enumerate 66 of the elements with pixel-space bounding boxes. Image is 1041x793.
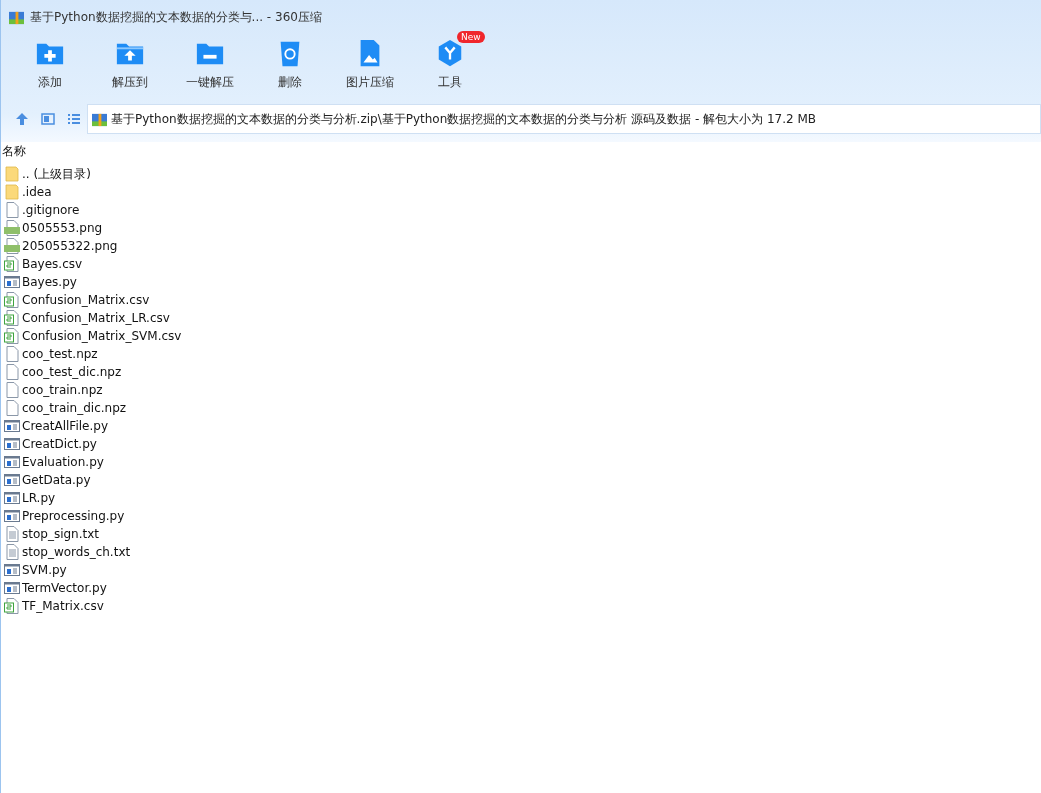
file-name[interactable]: 0505553.png	[22, 221, 103, 235]
file-name[interactable]: coo_test.npz	[22, 347, 98, 361]
file-name[interactable]: Confusion_Matrix.csv	[22, 293, 150, 307]
folder-icon	[4, 166, 20, 182]
window-file-icon	[4, 436, 20, 452]
file-icon	[4, 346, 20, 362]
file-name[interactable]: Evaluation.py	[22, 455, 104, 469]
thumbnail-view-icon[interactable]	[41, 112, 55, 126]
archive-icon	[9, 9, 24, 25]
spreadsheet-file-icon	[4, 598, 20, 614]
file-name[interactable]: .gitignore	[22, 203, 80, 217]
file-name[interactable]: Bayes.csv	[22, 257, 83, 271]
window-file-icon	[4, 580, 20, 596]
file-name[interactable]: CreatAllFile.py	[22, 419, 108, 433]
file-name[interactable]: SVM.py	[22, 563, 67, 577]
window-file-icon	[4, 454, 20, 470]
toolbar-button[interactable]: New 工具	[413, 34, 487, 98]
window-file-icon	[4, 418, 20, 434]
text-file-icon	[4, 526, 20, 542]
file-icon	[4, 202, 20, 218]
file-icon	[4, 364, 20, 380]
spreadsheet-file-icon	[4, 328, 20, 344]
toolbar-button[interactable]: 添加	[13, 34, 87, 98]
window-file-icon	[4, 472, 20, 488]
toolbar-button[interactable]: 图片压缩	[333, 34, 407, 98]
archive-path: 基于Python数据挖掘的文本数据的分类与分析.zip\基于Python数据挖掘的文本数据的分类与分析 源码及数据 - 解包大小为 17.2 MB	[111, 110, 816, 128]
new-badge: New	[457, 31, 485, 43]
address-bar[interactable]: 基于Python数据挖掘的文本数据的分类与分析.zip\基于Python数据挖掘的文本数据的分类与分析 源码及数据 - 解包大小为 17.2 MB	[87, 104, 1041, 134]
spreadsheet-file-icon	[4, 310, 20, 326]
file-name[interactable]: stop_sign.txt	[22, 527, 100, 541]
file-name[interactable]: Preprocessing.py	[22, 509, 125, 523]
file-name[interactable]: GetData.py	[22, 473, 91, 487]
file-name[interactable]: TermVector.py	[22, 581, 107, 595]
file-name[interactable]: LR.py	[22, 491, 56, 505]
folder-icon	[4, 184, 20, 200]
toolbar-button[interactable]: 解压到	[93, 34, 167, 98]
file-name[interactable]: .. (上级目录)	[22, 165, 91, 183]
file-name[interactable]: Confusion_Matrix_LR.csv	[22, 311, 170, 325]
column-header[interactable]: 名称	[2, 142, 26, 160]
file-icon	[4, 400, 20, 416]
window-file-icon	[4, 508, 20, 524]
spreadsheet-file-icon	[4, 256, 20, 272]
file-name[interactable]: stop_words_ch.txt	[22, 545, 131, 559]
file-name[interactable]: TF_Matrix.csv	[22, 599, 104, 613]
image-file-icon	[4, 238, 20, 254]
image-file-icon	[4, 220, 20, 236]
spreadsheet-file-icon	[4, 292, 20, 308]
archive-icon	[92, 111, 107, 127]
list-view-icon[interactable]	[67, 112, 81, 126]
file-name[interactable]: coo_test_dic.npz	[22, 365, 122, 379]
file-name[interactable]: 205055322.png	[22, 239, 118, 253]
file-name[interactable]: coo_train.npz	[22, 383, 103, 397]
file-name[interactable]: CreatDict.py	[22, 437, 97, 451]
window-file-icon	[4, 490, 20, 506]
window-title: 基于Python数据挖掘的文本数据的分类与... - 360压缩	[30, 8, 322, 26]
toolbar-button[interactable]: 一键解压	[173, 34, 247, 98]
up-arrow-icon[interactable]	[15, 112, 29, 126]
file-name[interactable]: Bayes.py	[22, 275, 77, 289]
window-file-icon	[4, 562, 20, 578]
file-name[interactable]: Confusion_Matrix_SVM.csv	[22, 329, 182, 343]
toolbar-button[interactable]: 删除	[253, 34, 327, 98]
file-icon	[4, 382, 20, 398]
file-name[interactable]: .idea	[22, 185, 52, 199]
window-file-icon	[4, 274, 20, 290]
text-file-icon	[4, 544, 20, 560]
file-name[interactable]: coo_train_dic.npz	[22, 401, 127, 415]
